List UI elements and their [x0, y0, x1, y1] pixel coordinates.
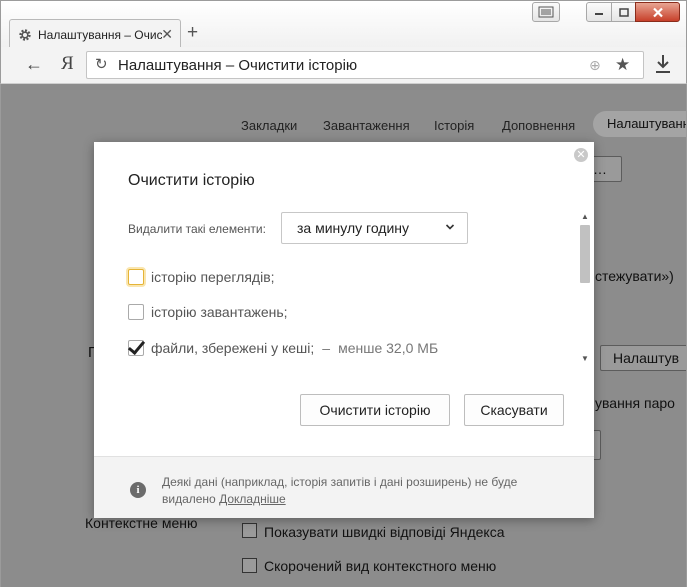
browsing-history-checkbox[interactable] [128, 269, 144, 285]
options-scrollbar[interactable]: ▲ ▼ [578, 212, 592, 366]
tracking-text: стежувати») [595, 268, 674, 284]
quick-answers-label: Показувати швидкі відповіді Яндекса [264, 524, 505, 540]
scroll-thumb[interactable] [580, 225, 590, 283]
back-button[interactable]: ← [25, 55, 43, 73]
address-bar[interactable]: ↻ Налаштування – Очистити історію ⊕ ★ [86, 51, 644, 79]
hamburger-icon [538, 6, 554, 18]
compact-menu-label: Скорочений вид контекстного меню [264, 558, 497, 574]
minimize-button[interactable] [586, 2, 612, 22]
download-history-checkbox[interactable] [128, 304, 144, 320]
learn-more-link[interactable]: Докладніше [219, 492, 286, 506]
option-browsing-history[interactable]: історію переглядів; [128, 269, 275, 285]
gear-icon [19, 28, 31, 41]
maximize-button[interactable] [611, 2, 636, 22]
compact-menu-checkbox[interactable] [242, 558, 257, 573]
browser-menu-button[interactable] [532, 2, 560, 22]
nav-bookmarks[interactable]: Закладки [241, 118, 297, 133]
quick-answers-checkbox[interactable] [242, 523, 257, 538]
scroll-down-icon[interactable]: ▼ [581, 354, 589, 363]
nav-settings[interactable]: Налаштування [593, 111, 686, 137]
download-icon[interactable] [653, 52, 673, 76]
tab-settings[interactable]: Налаштування – Очис ✕ [9, 19, 181, 49]
delete-items-label: Видалити такі елементи: [128, 222, 266, 236]
dialog-close-icon[interactable]: ✕ [574, 148, 588, 162]
cached-files-separator: – [322, 340, 331, 356]
tab-title: Налаштування – Очис [38, 27, 162, 42]
footer-note: Деякі дані (наприклад, історія запитів і… [162, 474, 572, 508]
time-range-select[interactable]: за минулу годину [281, 212, 468, 244]
time-range-value: за минулу годину [297, 220, 410, 236]
reload-icon[interactable]: ↻ [95, 57, 108, 73]
settings-button[interactable]: Налаштув [600, 345, 686, 371]
bookmark-star-icon[interactable]: ★ [615, 55, 630, 75]
browsing-history-label: історію переглядів; [151, 269, 275, 285]
option-cached-files[interactable]: файли, збережені у кеші; – менше 32,0 МБ [128, 340, 438, 356]
clear-history-button[interactable]: Очистити історію [300, 394, 450, 426]
chevron-down-icon [445, 224, 455, 230]
dialog-footer: i Деякі дані (наприклад, історія запитів… [94, 456, 594, 518]
dialog-title: Очистити історію [128, 172, 255, 189]
clear-history-dialog: ✕ Очистити історію Видалити такі елемент… [94, 142, 594, 518]
cached-files-size: менше 32,0 МБ [338, 340, 439, 356]
new-tab-button[interactable]: + [187, 23, 198, 43]
nav-extensions[interactable]: Доповнення [502, 118, 575, 133]
info-icon: i [130, 482, 146, 498]
cached-files-label: файли, збережені у кеші; [151, 340, 315, 356]
title-bar: Налаштування – Очис ✕ + [0, 0, 687, 49]
nav-downloads[interactable]: Завантаження [323, 118, 410, 133]
maximize-icon [618, 7, 629, 17]
window-close-button[interactable] [635, 2, 680, 22]
yandex-logo[interactable]: Я [61, 54, 74, 74]
option-download-history[interactable]: історію завантажень; [128, 304, 288, 320]
address-text[interactable]: Налаштування – Очистити історію [118, 57, 357, 74]
nav-history[interactable]: Історія [434, 118, 474, 133]
download-history-label: історію завантажень; [151, 304, 288, 320]
cancel-button[interactable]: Скасувати [464, 394, 564, 426]
footer-text: Деякі дані (наприклад, історія запитів і… [162, 475, 518, 506]
globe-icon[interactable]: ⊕ [589, 57, 601, 74]
passwords-button[interactable]: ування паро [595, 395, 675, 411]
minimize-icon [595, 13, 603, 15]
browser-toolbar: ← Я ↻ Налаштування – Очистити історію ⊕ … [0, 47, 687, 84]
scroll-up-icon[interactable]: ▲ [581, 212, 589, 221]
close-icon [652, 7, 663, 17]
tab-close-icon[interactable]: ✕ [161, 26, 173, 43]
cached-files-checkbox[interactable] [128, 340, 144, 356]
